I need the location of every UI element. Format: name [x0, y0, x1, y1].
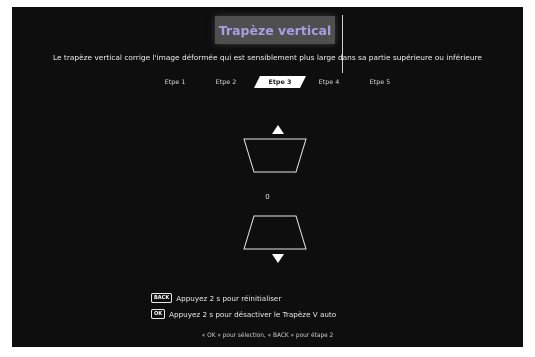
- decrease-arrow-icon[interactable]: [272, 254, 284, 263]
- step-5-tab[interactable]: Etpe 5: [360, 78, 400, 86]
- title-divider: [342, 15, 343, 73]
- ok-key-icon: OK: [151, 309, 166, 319]
- step-3-tab[interactable]: Etpe 3: [254, 76, 306, 88]
- osd-title-box: Trapèze vertical: [215, 16, 335, 44]
- ok-hint: OK Appuyez 2 s pour désactiver le Trapèz…: [151, 309, 336, 319]
- back-hint: BACK Appuyez 2 s pour réinitialiser: [151, 293, 281, 303]
- footer-instructions: « OK » pour sélection, « BACK » pour éta…: [201, 333, 334, 339]
- trapezoid-top-icon: [243, 138, 307, 173]
- trapezoid-bottom-icon: [243, 215, 307, 250]
- back-key-icon: BACK: [151, 293, 173, 303]
- step-2-tab[interactable]: Etpe 2: [206, 78, 246, 86]
- osd-title: Trapèze vertical: [218, 22, 332, 38]
- keystone-value: 0: [265, 193, 270, 201]
- step-4-tab[interactable]: Etpe 4: [309, 78, 349, 86]
- increase-arrow-icon[interactable]: [272, 125, 284, 134]
- description-text: Le trapèze vertical corrige l'image défo…: [53, 53, 482, 62]
- projector-osd-screen: Trapèze vertical Le trapèze vertical cor…: [12, 7, 523, 347]
- back-hint-text: Appuyez 2 s pour réinitialiser: [176, 293, 282, 303]
- step-tabs: Etpe 1 Etpe 2 Etpe 3 Etpe 4 Etpe 5: [12, 76, 523, 92]
- ok-hint-text: Appuyez 2 s pour désactiver le Trapèze V…: [169, 309, 337, 319]
- step-1-tab[interactable]: Etpe 1: [155, 78, 195, 86]
